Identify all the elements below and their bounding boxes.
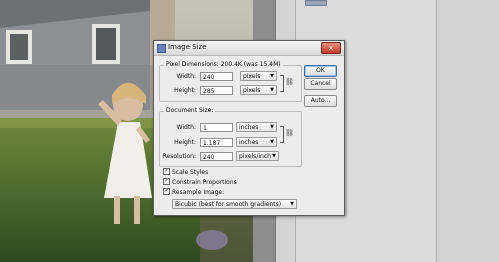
scale-styles-option[interactable]: ✓ Scale Styles — [163, 168, 209, 177]
doc-width-unit-select[interactable]: inches ▼ — [236, 122, 277, 132]
pixel-width-label: Width: — [176, 73, 196, 80]
resample-image-checkbox[interactable]: ✓ — [163, 188, 170, 195]
chevron-down-icon: ▼ — [290, 201, 294, 207]
doc-height-label: Height: — [174, 139, 196, 146]
app-icon — [157, 44, 166, 53]
auto-button[interactable]: Auto... — [304, 95, 337, 107]
close-button[interactable]: x — [321, 42, 341, 54]
doc-width-label: Width: — [176, 124, 196, 131]
chevron-down-icon: ▼ — [270, 139, 274, 145]
resample-method-select[interactable]: Bicubic (best for smooth gradients) ▼ — [172, 199, 297, 209]
scale-styles-checkbox[interactable]: ✓ — [163, 168, 170, 175]
scale-styles-label: Scale Styles — [172, 169, 209, 176]
resolution-label: Resolution: — [162, 153, 196, 160]
pixel-height-unit-select[interactable]: pixels ▼ — [240, 85, 277, 95]
resample-image-label: Resample Image: — [172, 189, 225, 196]
doc-height-unit-select[interactable]: inches ▼ — [236, 137, 277, 147]
pixel-dimensions-group: Pixel Dimensions: 200.4K (was 15.4M) Wid… — [159, 61, 302, 102]
doc-width-unit-value: inches — [239, 124, 259, 131]
panel-layer-thumbnail[interactable] — [305, 0, 327, 6]
pixel-dimensions-legend: Pixel Dimensions: 200.4K (was 15.4M) — [164, 61, 283, 68]
document-size-legend: Document Size: — [164, 107, 216, 114]
cancel-button[interactable]: Cancel — [304, 78, 337, 90]
constrain-proportions-option[interactable]: ✓ Constrain Proportions — [163, 178, 237, 187]
constrain-proportions-checkbox[interactable]: ✓ — [163, 178, 170, 185]
resample-image-option[interactable]: ✓ Resample Image: — [163, 188, 225, 197]
constrain-proportions-label: Constrain Proportions — [172, 179, 237, 186]
chevron-down-icon: ▼ — [272, 153, 276, 159]
document-size-group: Document Size: Width: 1 inches ▼ Height:… — [159, 107, 302, 167]
chevron-down-icon: ▼ — [270, 124, 274, 130]
ok-button[interactable]: OK — [304, 65, 337, 77]
pixel-height-label: Height: — [174, 87, 196, 94]
doc-width-input[interactable]: 1 — [200, 123, 233, 132]
doc-height-input[interactable]: 1.187 — [200, 138, 233, 147]
dialog-titlebar[interactable]: Image Size x — [154, 41, 344, 56]
image-size-dialog: Image Size x Pixel Dimensions: 200.4K (w… — [153, 40, 345, 216]
chevron-down-icon: ▼ — [270, 87, 274, 93]
chain-link-icon: ⛓ — [285, 78, 294, 86]
pixel-height-input[interactable]: 285 — [200, 86, 233, 95]
doc-link-bracket — [280, 126, 284, 143]
pixel-link-bracket — [280, 75, 284, 92]
resolution-input[interactable]: 240 — [200, 152, 233, 161]
doc-height-unit-value: inches — [239, 139, 259, 146]
chain-link-icon: ⛓ — [285, 129, 294, 137]
dialog-title: Image Size — [168, 43, 207, 51]
pixel-height-unit-value: pixels — [243, 87, 261, 94]
pixel-width-input[interactable]: 240 — [200, 72, 233, 81]
pixel-width-unit-select[interactable]: pixels ▼ — [240, 71, 277, 81]
pixel-width-unit-value: pixels — [243, 73, 261, 80]
resample-method-value: Bicubic (best for smooth gradients) — [175, 201, 282, 208]
resolution-unit-select[interactable]: pixels/inch ▼ — [236, 151, 279, 161]
resolution-unit-value: pixels/inch — [239, 153, 271, 160]
chevron-down-icon: ▼ — [270, 73, 274, 79]
